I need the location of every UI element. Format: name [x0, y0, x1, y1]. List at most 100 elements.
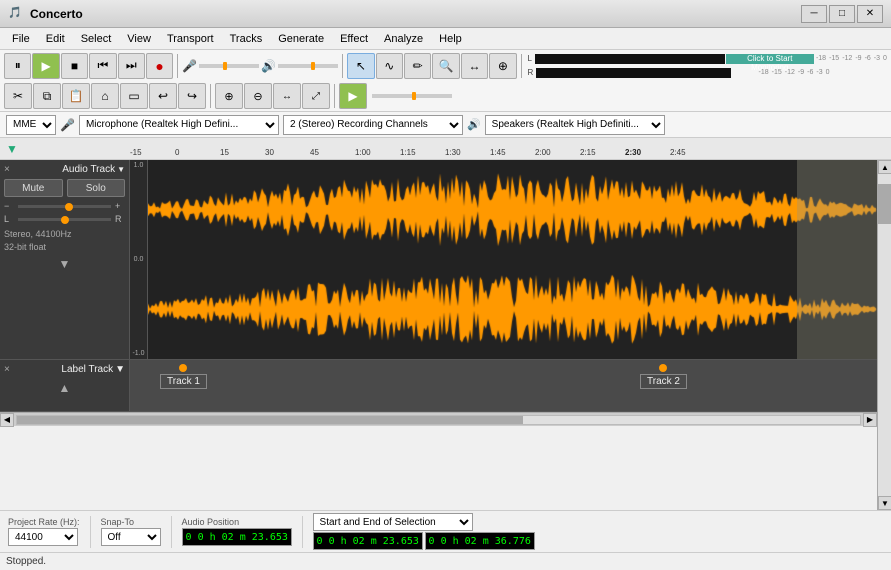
microphone-select[interactable]: Microphone (Realtek High Defini...	[79, 115, 279, 135]
waveform-area[interactable]: 1.0 0.0 -1.0	[130, 160, 877, 359]
scroll-track[interactable]	[16, 415, 861, 425]
spectral-button[interactable]: ⊕	[489, 53, 516, 79]
cut-button[interactable]: ✂	[4, 83, 32, 109]
status-text: Stopped.	[6, 556, 46, 567]
scroll-up-button[interactable]: ▲	[878, 160, 891, 174]
gain-slider-row: − +	[4, 201, 125, 211]
input-volume-slider[interactable]	[199, 64, 259, 68]
label-text-track2[interactable]: Track 2	[640, 374, 687, 389]
track-info: Stereo, 44100Hz32-bit float	[4, 228, 125, 253]
audio-track-controls: × Audio Track ▼ Mute Solo −	[0, 160, 130, 359]
track-header: × Audio Track ▼	[4, 164, 125, 175]
scroll-right-button[interactable]: ▶	[863, 413, 877, 427]
ruler-mark: 1:00	[355, 148, 400, 157]
ruler-mark: 1:30	[445, 148, 490, 157]
track-name-button[interactable]: Audio Track ▼	[62, 164, 125, 175]
trim-button[interactable]: ⌂	[91, 83, 119, 109]
audio-pos-label: Audio Position	[182, 517, 292, 527]
mute-button[interactable]: Mute	[4, 179, 63, 197]
gain-plus-icon: +	[115, 201, 125, 211]
channels-select[interactable]: 2 (Stereo) Recording Channels	[283, 115, 463, 135]
stop-button[interactable]: ■	[61, 53, 88, 79]
record-button[interactable]: ●	[146, 53, 173, 79]
selection-group: Start and End of Selection	[313, 513, 535, 550]
paste-button[interactable]: 📋	[62, 83, 90, 109]
playback-speed-slider[interactable]	[372, 94, 452, 98]
gain-minus-icon: −	[4, 201, 14, 211]
selection-mode-select[interactable]: Start and End of Selection	[313, 513, 473, 531]
minimize-button[interactable]: ─	[801, 5, 827, 23]
maximize-button[interactable]: □	[829, 5, 855, 23]
audio-pos-input[interactable]	[182, 528, 292, 546]
menu-view[interactable]: View	[119, 31, 159, 47]
vscroll-thumb[interactable]	[878, 184, 891, 224]
zoom-in-button[interactable]: ⊕	[215, 83, 243, 109]
zoom-tool-button[interactable]: 🔍	[432, 53, 459, 79]
pause-button[interactable]: ⏸	[4, 53, 31, 79]
copy-button[interactable]: ⧉	[33, 83, 61, 109]
select-tool-button[interactable]: ↖	[347, 53, 374, 79]
skip-fwd-button[interactable]: ⏭	[118, 53, 145, 79]
ruler-marks: -15 0 15 30 45 1:00 1:15 1:30 1:45 2:00 …	[130, 148, 715, 157]
vscroll-track[interactable]	[878, 174, 891, 496]
bottom-sep-1	[90, 516, 91, 548]
solo-button[interactable]: Solo	[67, 179, 126, 197]
sel-start-input[interactable]	[313, 532, 423, 550]
redo-button[interactable]: ↪	[178, 83, 206, 109]
timeshift-tool-button[interactable]: ↔	[461, 53, 488, 79]
menu-generate[interactable]: Generate	[270, 31, 332, 47]
play-btn2[interactable]: ▶	[339, 83, 367, 109]
pan-slider[interactable]	[18, 218, 111, 221]
zoom-sel-button[interactable]: ⤢	[302, 83, 330, 109]
vu-right-label: R	[528, 68, 536, 77]
draw-tool-button[interactable]: ✏	[404, 53, 431, 79]
project-rate-group: Project Rate (Hz): 44100	[8, 517, 80, 546]
scroll-left-button[interactable]: ◀	[0, 413, 14, 427]
ruler-mark: 15	[220, 148, 265, 157]
driver-select[interactable]: MME	[6, 115, 56, 135]
label-track-content[interactable]: Track 1 Track 2	[130, 360, 877, 411]
ruler-mark: 1:15	[400, 148, 445, 157]
close-button[interactable]: ✕	[857, 5, 883, 23]
mute-solo-controls: Mute Solo	[4, 179, 125, 197]
skip-back-button[interactable]: ⏮	[89, 53, 116, 79]
waveform-canvas-1[interactable]	[130, 160, 877, 359]
menu-tracks[interactable]: Tracks	[222, 31, 271, 47]
scroll-thumb[interactable]	[17, 416, 523, 424]
menu-analyze[interactable]: Analyze	[376, 31, 431, 47]
horizontal-scrollbar[interactable]: ◀ ▶	[0, 412, 877, 426]
gain-slider[interactable]	[18, 205, 111, 208]
label-text-track1[interactable]: Track 1	[160, 374, 207, 389]
snap-to-label: Snap-To	[101, 517, 161, 527]
menu-select[interactable]: Select	[73, 31, 120, 47]
project-rate-select[interactable]: 44100	[8, 528, 78, 546]
vu-right-meter	[536, 68, 731, 78]
label-track-close[interactable]: ×	[4, 364, 10, 375]
menu-help[interactable]: Help	[431, 31, 470, 47]
speaker-select[interactable]: Speakers (Realtek High Definiti...	[485, 115, 665, 135]
menu-transport[interactable]: Transport	[159, 31, 222, 47]
envelope-tool-button[interactable]: ∿	[376, 53, 403, 79]
track-expand-button[interactable]: ▼	[59, 257, 71, 271]
snap-to-select[interactable]: Off	[101, 528, 161, 546]
play-button[interactable]: ▶	[32, 53, 59, 79]
menu-effect[interactable]: Effect	[332, 31, 376, 47]
output-volume-slider[interactable]	[278, 64, 338, 68]
label-track-controls: × Label Track ▼ ▲	[0, 360, 130, 411]
track-close-button[interactable]: ×	[4, 164, 10, 175]
zoom-out-button[interactable]: ⊖	[244, 83, 272, 109]
sel-end-input[interactable]	[425, 532, 535, 550]
fit-button[interactable]: ↔	[273, 83, 301, 109]
mic-icon: 🎤	[182, 59, 197, 73]
toolbar-row-2: ✂ ⧉ 📋 ⌂ ▭ ↩ ↪ ⊕ ⊖ ↔ ⤢ ▶	[0, 81, 891, 111]
undo-button[interactable]: ↩	[149, 83, 177, 109]
label-track-name-button[interactable]: Label Track ▼	[61, 364, 125, 375]
label-expand-button[interactable]: ▲	[59, 381, 71, 395]
vertical-scrollbar[interactable]: ▲ ▼	[877, 160, 891, 510]
menu-edit[interactable]: Edit	[38, 31, 73, 47]
start-monitoring-button[interactable]: Click to Start Monitoring	[726, 54, 814, 64]
pan-slider-row: L R	[4, 214, 125, 224]
scroll-down-button[interactable]: ▼	[878, 496, 891, 510]
silence-button[interactable]: ▭	[120, 83, 148, 109]
menu-file[interactable]: File	[4, 31, 38, 47]
